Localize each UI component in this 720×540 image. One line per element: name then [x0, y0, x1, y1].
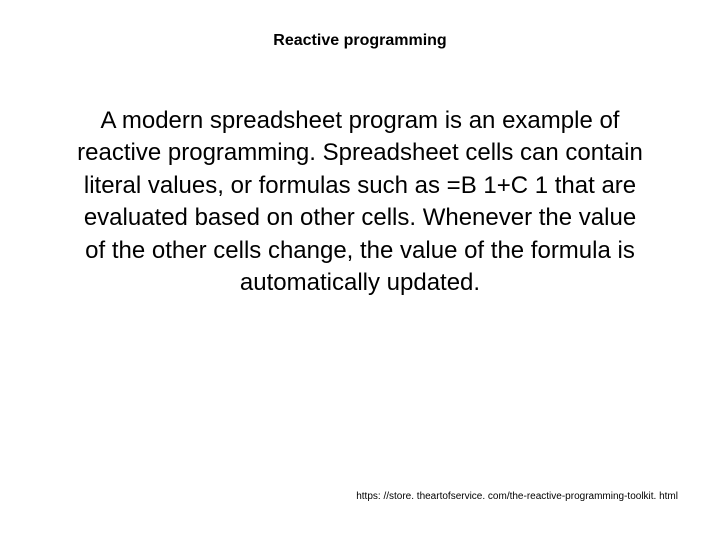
slide-footer-url: https: //store. theartofservice. com/the…: [356, 491, 678, 502]
slide-title: Reactive programming: [0, 32, 720, 50]
slide-body-text: A modern spreadsheet program is an examp…: [72, 105, 648, 299]
